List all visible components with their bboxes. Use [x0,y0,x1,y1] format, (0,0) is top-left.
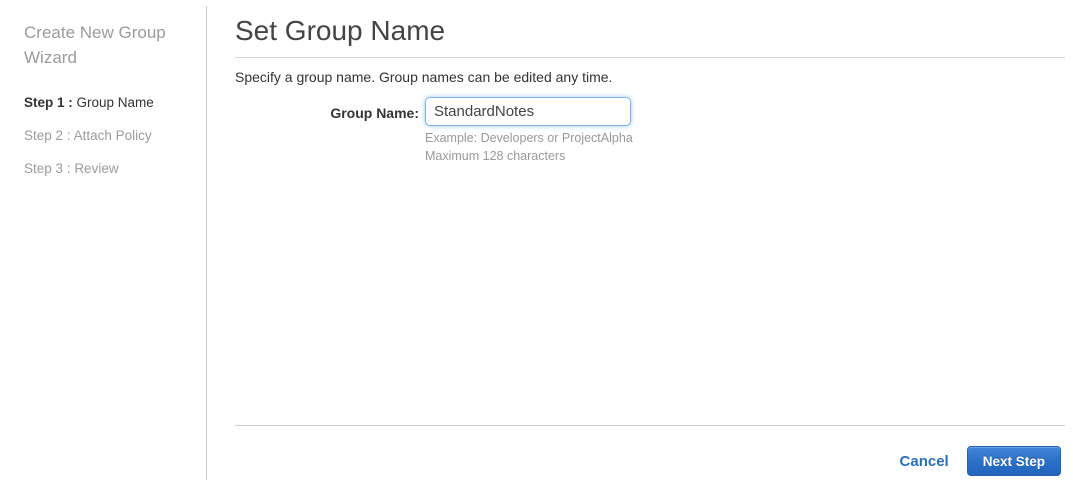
wizard-steps: Step 1 : Group Name Step 2 : Attach Poli… [24,96,192,176]
main-panel: Set Group Name Specify a group name. Gro… [235,0,1065,165]
wizard-sidebar: Create New Group Wizard Step 1 : Group N… [0,0,206,480]
group-name-label: Group Name: [330,105,419,121]
cancel-link[interactable]: Cancel [900,453,949,470]
footer-actions: Cancel Next Step [235,446,1061,476]
step-prefix: Step 3 : [24,161,71,176]
sidebar-divider [206,6,207,480]
sidebar-step-review[interactable]: Step 3 : Review [24,162,192,176]
group-name-input[interactable] [425,97,631,126]
wizard-title: Create New Group Wizard [24,23,166,67]
step-label: Review [74,161,119,176]
group-name-form-row: Group Name: Example: Developers or Proje… [235,97,1065,165]
sidebar-step-attach-policy[interactable]: Step 2 : Attach Policy [24,129,192,143]
step-label: Group Name [76,95,154,110]
group-name-example-hint: Example: Developers or ProjectAlpha [425,131,633,145]
group-name-max-hint: Maximum 128 characters [425,149,566,163]
step-prefix: Step 1 : [24,95,73,110]
footer-divider [235,425,1065,426]
sidebar-step-group-name[interactable]: Step 1 : Group Name [24,96,192,110]
step-label: Attach Policy [73,128,152,143]
page-description: Specify a group name. Group names can be… [235,69,613,85]
step-prefix: Step 2 : [24,128,71,143]
group-name-field-wrap: Example: Developers or ProjectAlpha Maxi… [425,97,633,165]
next-step-button[interactable]: Next Step [966,446,1061,476]
page-title: Set Group Name [235,0,1065,58]
